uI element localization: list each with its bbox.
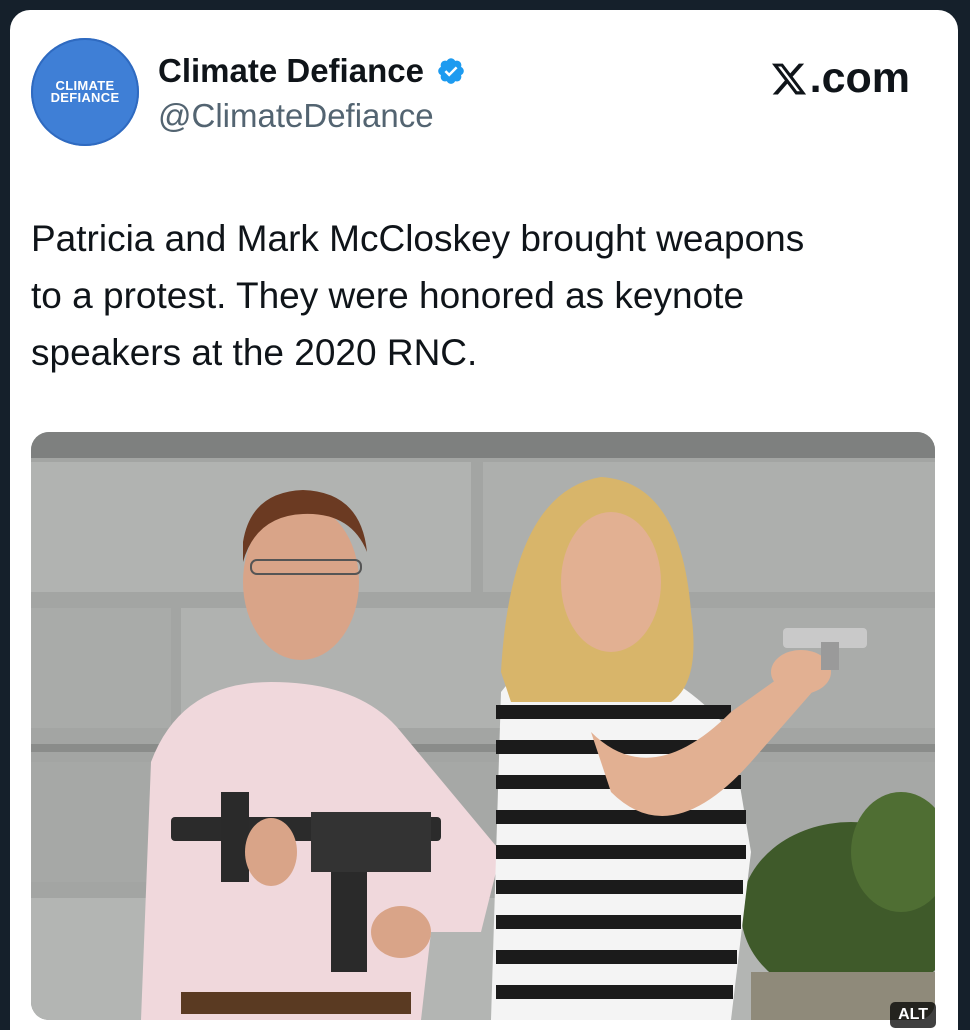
site-domain-suffix: .com (809, 54, 910, 102)
tweet-photo[interactable] (31, 432, 935, 1020)
alt-text-badge[interactable]: ALT (890, 1002, 936, 1028)
avatar[interactable]: CLIMATE DEFIANCE (31, 38, 139, 146)
avatar-text-line-2: DEFIANCE (50, 90, 120, 105)
tweet-text-line: to a protest. They were honored as keyno… (31, 275, 745, 316)
tweet-card: CLIMATE DEFIANCE Climate Defiance @Clima… (10, 10, 958, 1030)
author-row: Climate Defiance (158, 52, 466, 90)
tweet-text: Patricia and Mark McCloskey brought weap… (31, 210, 931, 381)
verified-badge-icon (438, 58, 464, 84)
tweet-text-line: speakers at the 2020 RNC. (31, 332, 478, 373)
x-com-watermark: .com (770, 54, 910, 103)
photo-illustration (31, 432, 935, 1020)
x-logo-icon (771, 63, 806, 94)
handle[interactable]: @ClimateDefiance (158, 97, 434, 135)
tweet-text-line: Patricia and Mark McCloskey brought weap… (31, 218, 805, 259)
display-name[interactable]: Climate Defiance (158, 52, 424, 90)
